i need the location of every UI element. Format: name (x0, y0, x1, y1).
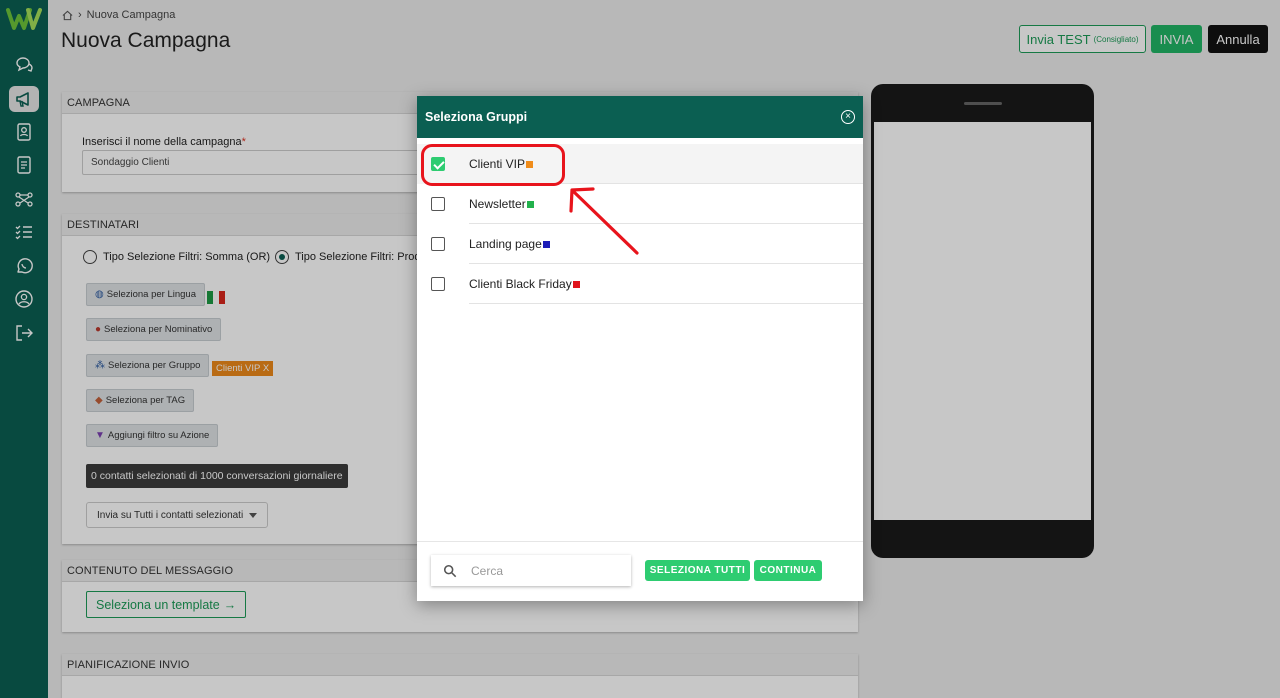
checkbox-icon[interactable] (431, 277, 445, 291)
group-color-swatch (572, 280, 580, 288)
select-all-button[interactable]: SELEZIONA TUTTI (645, 560, 750, 581)
continue-button[interactable]: CONTINUA (754, 560, 822, 581)
close-icon[interactable]: × (841, 110, 855, 124)
group-label: Clienti Black Friday (469, 277, 580, 291)
modal-title: Seleziona Gruppi (425, 110, 528, 124)
highlight-annotation (421, 144, 565, 186)
group-row[interactable]: Clienti Black Friday (417, 264, 863, 304)
modal-footer-divider (417, 541, 863, 542)
annotation-arrow-icon (569, 187, 639, 255)
group-label: Newsletter (469, 197, 534, 211)
modal-header: Seleziona Gruppi × (417, 96, 863, 138)
checkbox-icon[interactable] (431, 237, 445, 251)
row-divider (469, 303, 863, 304)
search-placeholder: Cerca (471, 563, 504, 578)
group-color-swatch (526, 200, 534, 208)
group-search-input[interactable]: Cerca (431, 555, 631, 586)
checkbox-icon[interactable] (431, 197, 445, 211)
group-color-swatch (542, 240, 550, 248)
group-label: Landing page (469, 237, 550, 251)
search-icon (443, 564, 457, 577)
